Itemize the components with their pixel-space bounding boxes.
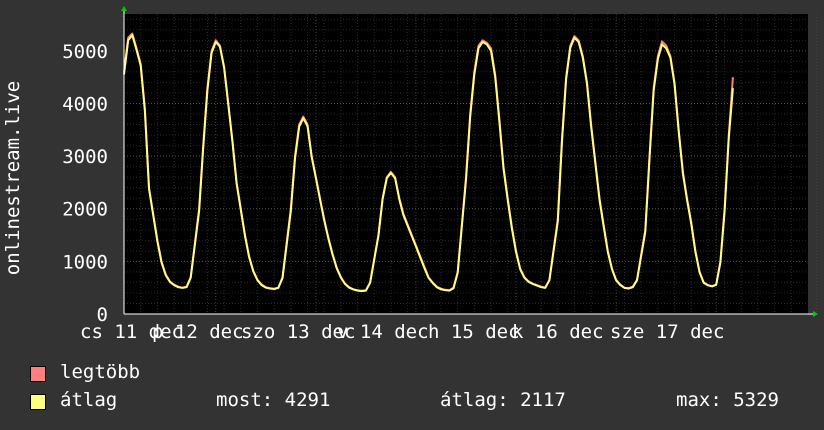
x-tick-label: h 15 dec: [428, 321, 520, 343]
y-tick-label: 1000: [62, 251, 108, 273]
x-tick-label: p 12 dec: [152, 321, 244, 343]
x-tick-label: k 16 dec: [512, 321, 604, 343]
y-tick-label: 3000: [62, 146, 108, 168]
y-tick-label: 2000: [62, 199, 108, 221]
stat-average: átlag: 2117: [440, 389, 566, 411]
legend-swatch-max: [30, 366, 46, 382]
x-axis-arrow-icon: [813, 311, 818, 317]
legend-label-avg: átlag: [60, 389, 118, 411]
stat-max: max: 5329: [676, 389, 779, 411]
y-axis-arrow-icon: [121, 6, 127, 11]
x-tick-label: v 14 dec: [337, 321, 429, 343]
x-tick-label: sze 17 dec: [610, 321, 724, 343]
legend-label-max: legtöbb: [60, 361, 141, 383]
legend-swatch-avg: [30, 394, 46, 410]
y-tick-label: 4000: [62, 93, 108, 115]
stat-current: most: 4291: [216, 389, 331, 411]
y-tick-label: 5000: [62, 41, 108, 63]
y-axis-title: onlinestream.live: [2, 81, 24, 275]
